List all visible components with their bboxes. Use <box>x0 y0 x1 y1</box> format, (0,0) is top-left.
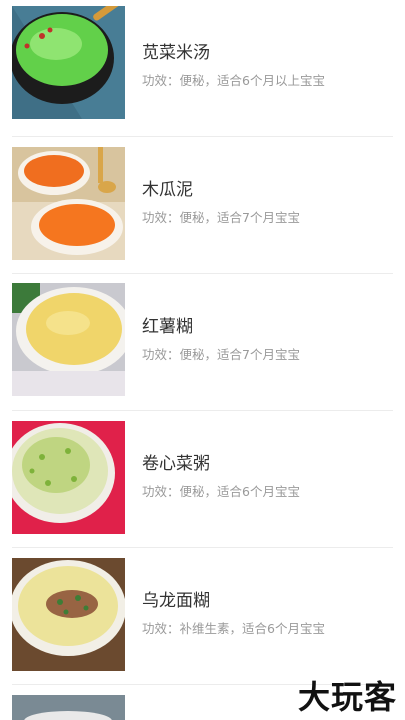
sweet-potato-paste-image <box>12 283 125 396</box>
recipe-effect: 功效：便秘，适合6个月宝宝 <box>142 484 300 499</box>
recipe-list: 苋菜米汤 功效：便秘，适合6个月以上宝宝 木瓜泥 功效：便秘，适合7个月宝宝 红… <box>0 0 405 720</box>
watermark-logo: 大玩客 <box>297 678 397 716</box>
papaya-puree-image <box>12 147 125 260</box>
recipe-effect: 功效：便秘，适合7个月宝宝 <box>142 210 300 225</box>
recipe-item-papaya-puree[interactable]: 木瓜泥 功效：便秘，适合7个月宝宝 <box>0 137 405 274</box>
noodle-paste-image <box>12 558 125 671</box>
recipe-item-noodle-paste[interactable]: 乌龙面糊 功效：补维生素，适合6个月宝宝 <box>0 548 405 685</box>
recipe-thumbnail <box>12 283 125 396</box>
green-rice-soup-image <box>12 6 125 119</box>
recipe-thumbnail <box>12 558 125 671</box>
recipe-item-sweet-potato-paste[interactable]: 红薯糊 功效：便秘，适合7个月宝宝 <box>0 274 405 411</box>
recipe-name: 乌龙面糊 <box>142 591 210 611</box>
next-recipe-image <box>12 695 125 720</box>
recipe-effect: 功效：补维生素，适合6个月宝宝 <box>142 621 325 636</box>
recipe-thumbnail <box>12 6 125 119</box>
recipe-name: 卷心菜粥 <box>142 454 210 474</box>
recipe-item-cabbage-porridge[interactable]: 卷心菜粥 功效：便秘，适合6个月宝宝 <box>0 411 405 548</box>
recipe-name: 红薯糊 <box>142 317 193 337</box>
recipe-thumbnail <box>12 695 125 720</box>
recipe-name: 苋菜米汤 <box>142 43 210 63</box>
recipe-item-amaranth-rice-soup[interactable]: 苋菜米汤 功效：便秘，适合6个月以上宝宝 <box>0 0 405 137</box>
cabbage-porridge-image <box>12 421 125 534</box>
recipe-effect: 功效：便秘，适合6个月以上宝宝 <box>142 73 325 88</box>
recipe-effect: 功效：便秘，适合7个月宝宝 <box>142 347 300 362</box>
recipe-thumbnail <box>12 147 125 260</box>
recipe-thumbnail <box>12 421 125 534</box>
recipe-name: 木瓜泥 <box>142 180 193 200</box>
